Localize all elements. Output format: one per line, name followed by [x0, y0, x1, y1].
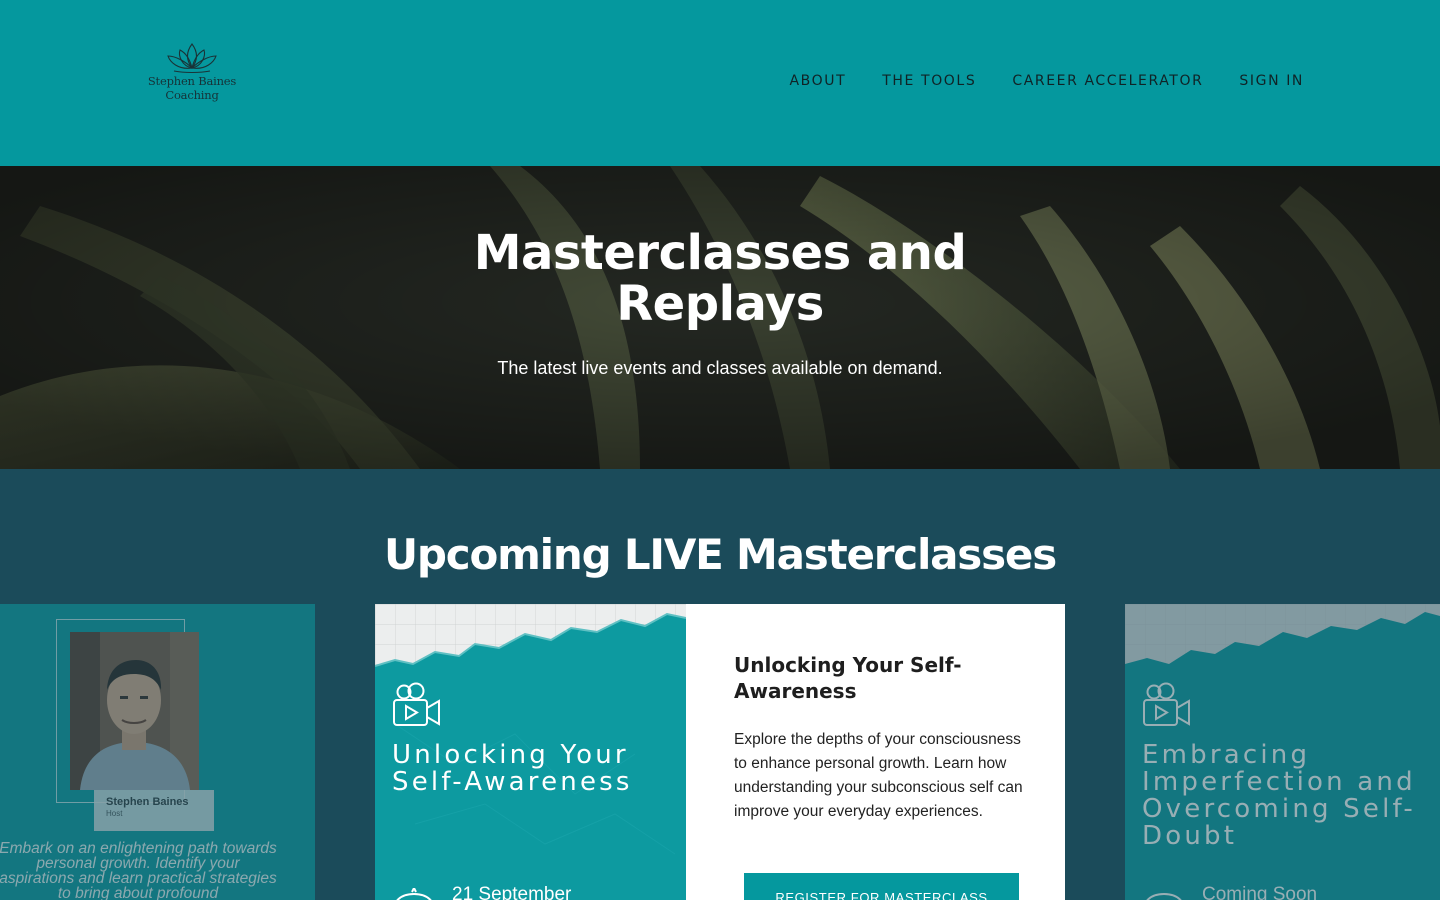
hero-banner: Masterclasses and Replays The latest liv… [0, 166, 1440, 469]
register-masterclass-button[interactable]: REGISTER FOR MASTERCLASS [744, 873, 1019, 900]
video-camera-icon [1143, 682, 1190, 726]
hero-subtitle: The latest live events and classes avail… [497, 358, 943, 378]
logo-text-line1: Stephen Baines [147, 74, 237, 88]
masterclass-card-info: Unlocking Your Self-Awareness Explore th… [686, 604, 1065, 900]
section-title: Upcoming LIVE Masterclasses [383, 530, 1057, 579]
host-role: Host [106, 809, 123, 818]
calendar-icon [1146, 892, 1182, 900]
nav-career-accelerator[interactable]: CAREER ACCELERATOR [1012, 73, 1203, 89]
host-name: Stephen Baines [106, 796, 189, 808]
main-nav: ABOUT THE TOOLS CAREER ACCELERATOR SIGN … [790, 73, 1305, 89]
calendar-icon [396, 888, 432, 900]
host-photo [70, 632, 199, 790]
video-camera-icon [393, 682, 440, 726]
card-title[interactable]: Unlocking Your Self-Awareness [734, 652, 1034, 704]
poster-title: Unlocking Your Self-Awareness [392, 740, 633, 797]
card-description: Embark on an enlightening path towards p… [0, 840, 277, 900]
logo-text-line2: Coaching [165, 88, 219, 102]
nav-sign-in[interactable]: SIGN IN [1239, 73, 1304, 89]
host-name-tag: Stephen Baines Host [94, 790, 214, 831]
card-description: Explore the depths of your consciousness… [734, 731, 1023, 820]
hero-title: Masterclasses and Replays [473, 225, 967, 332]
nav-about[interactable]: ABOUT [790, 73, 847, 89]
site-logo[interactable]: Stephen Baines Coaching [140, 40, 244, 124]
nav-the-tools[interactable]: THE TOOLS [882, 73, 976, 89]
lotus-icon [167, 43, 217, 74]
masterclass-card-poster[interactable]: Unlocking Your Self-Awareness 21 Septemb… [375, 604, 686, 900]
site-header: Stephen Baines Coaching ABOUT THE TOOLS … [0, 0, 1440, 166]
event-date: Coming Soon [1202, 884, 1318, 900]
poster-title: Embracing Imperfection and Overcoming Se… [1142, 740, 1417, 851]
masterclass-card-left[interactable]: Stephen Baines Host Embark on an enlight… [0, 604, 315, 900]
masterclass-card-right[interactable]: Embracing Imperfection and Overcoming Se… [1125, 604, 1440, 900]
event-date: 21 September [452, 884, 572, 900]
